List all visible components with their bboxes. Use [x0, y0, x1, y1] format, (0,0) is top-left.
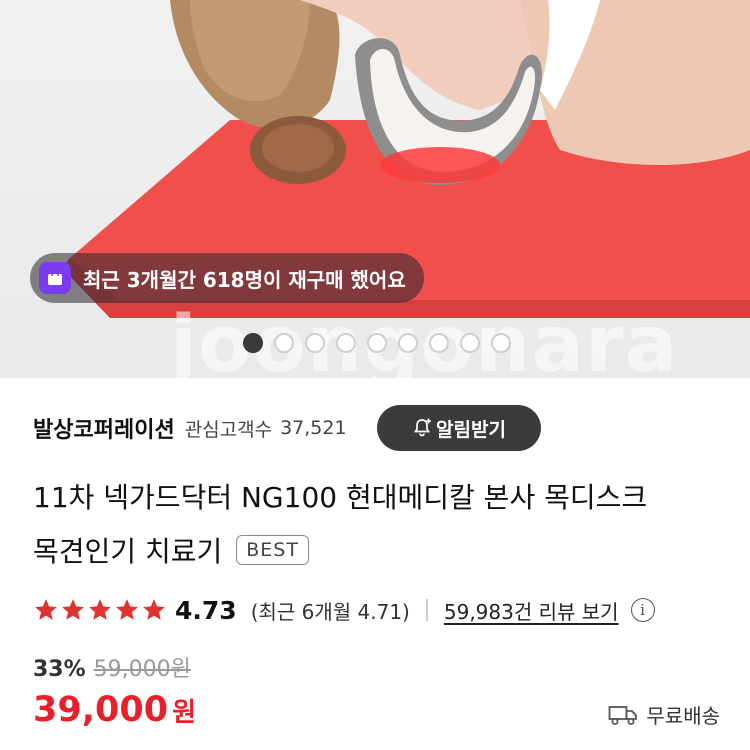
- alarm-button-label: 알림받기: [436, 418, 506, 441]
- product-title-line1: 11차 넥가드닥터 NG100 현대메디칼 본사 목디스크: [33, 481, 648, 514]
- best-badge: BEST: [236, 535, 309, 565]
- carousel-indicator: [243, 333, 511, 353]
- star-icon: [35, 599, 57, 620]
- recent-rating: (최근 6개월 4.71): [250, 599, 410, 624]
- product-title-line2: 목견인기 치료기: [33, 535, 223, 568]
- store-name[interactable]: 발상코퍼레이션: [33, 412, 175, 444]
- divider: [425, 599, 428, 621]
- original-price: 59,000원: [93, 657, 191, 682]
- star-icon: [143, 599, 165, 620]
- carousel-dot[interactable]: [429, 333, 449, 353]
- product-image[interactable]: joongonara 최근 3개월간 618명이 재구매 했어요: [0, 0, 750, 378]
- currency-unit: 원: [172, 698, 196, 728]
- carousel-dot[interactable]: [305, 333, 325, 353]
- carousel-dot[interactable]: [398, 333, 418, 353]
- product-title-line2-wrap: 목견인기 치료기 BEST: [33, 530, 309, 570]
- discount-rate: 33%: [33, 657, 86, 682]
- shopping-bag-icon: [39, 262, 71, 294]
- store-row: 발상코퍼레이션 관심고객수 37,521 알림받기: [33, 405, 723, 451]
- carousel-dot[interactable]: [274, 333, 294, 353]
- star-icon: [89, 599, 111, 620]
- star-icon: [62, 599, 84, 620]
- sale-price: 39,000: [33, 690, 169, 730]
- repurchase-banner: 최근 3개월간 618명이 재구매 했어요: [30, 253, 424, 303]
- discount-row: 33% 59,000원: [33, 651, 191, 683]
- rating-row: 4.73 (최근 6개월 4.71) 59,983건 리뷰 보기 i: [33, 590, 655, 630]
- fans-label: 관심고객수: [184, 418, 273, 441]
- star-rating: [33, 597, 167, 623]
- truck-icon: [608, 705, 638, 725]
- shipping-label: 무료배송: [646, 704, 720, 728]
- carousel-dot[interactable]: [367, 333, 387, 353]
- carousel-dot[interactable]: [336, 333, 356, 353]
- repurchase-text: 최근 3개월간 618명이 재구매 했어요: [83, 267, 406, 292]
- star-icon: [116, 599, 138, 620]
- fans-count: 37,521: [280, 417, 347, 439]
- rating-value: 4.73: [175, 595, 237, 625]
- reviews-link[interactable]: 59,983건 리뷰 보기: [444, 596, 619, 625]
- info-icon[interactable]: i: [630, 598, 655, 622]
- carousel-dot[interactable]: [460, 333, 480, 353]
- shipping-info: 무료배송: [608, 700, 720, 729]
- alarm-button[interactable]: 알림받기: [377, 405, 541, 451]
- carousel-dot[interactable]: [243, 333, 263, 353]
- price-row: 39,000 원: [33, 690, 196, 730]
- carousel-dot[interactable]: [491, 333, 511, 353]
- bell-plus-icon: [414, 418, 432, 437]
